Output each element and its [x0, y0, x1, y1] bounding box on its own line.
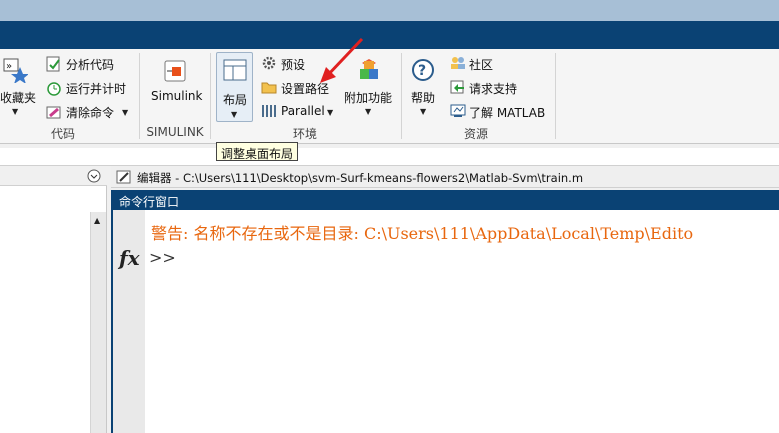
- learn-matlab-link[interactable]: 了解 MATLAB: [469, 104, 545, 121]
- analyze-code-icon[interactable]: [46, 56, 62, 75]
- code-group-label: 代码: [50, 127, 75, 141]
- panel-header: [0, 166, 107, 186]
- panel-menu-icon[interactable]: [87, 169, 101, 186]
- favorites-icon[interactable]: »: [2, 57, 29, 84]
- resources-group-label: 资源: [463, 127, 488, 141]
- ribbon-tab-strip: [0, 21, 779, 49]
- current-folder-panel: ▲: [0, 166, 107, 433]
- toolstrip: » 收藏夹 ▼ 分析代码 运行并计时 清除命令 ▼ 代码 Simulink SI…: [0, 37, 779, 144]
- parallel-icon[interactable]: [261, 104, 277, 121]
- addons-icon[interactable]: [356, 57, 382, 86]
- current-folder-bar: [0, 148, 779, 166]
- scroll-up-arrow[interactable]: ▲: [94, 216, 100, 225]
- community-link[interactable]: 社区: [469, 56, 493, 73]
- run-and-time-button[interactable]: 运行并计时: [66, 80, 126, 97]
- simulink-button[interactable]: Simulink: [151, 89, 202, 103]
- analyze-code-button[interactable]: 分析代码: [66, 56, 114, 73]
- command-prompt[interactable]: >>: [149, 248, 176, 267]
- separator: [210, 53, 211, 139]
- folder-path-icon[interactable]: [261, 80, 277, 97]
- gear-icon[interactable]: [262, 56, 276, 73]
- help-button[interactable]: 帮助: [411, 89, 435, 106]
- help-dropdown[interactable]: ▼: [420, 107, 426, 116]
- scrollbar[interactable]: ▲: [90, 212, 106, 433]
- layout-label: 布局: [223, 93, 248, 107]
- parallel-dropdown[interactable]: ▼: [327, 108, 333, 117]
- layout-tooltip: 调整桌面布局: [216, 142, 299, 161]
- favorites-dropdown[interactable]: ▼: [12, 107, 18, 116]
- command-window[interactable]: 命令行窗口 fx 警告: 名称不存在或不是目录: C:\Users\111\Ap…: [111, 190, 779, 433]
- warning-message: 警告: 名称不存在或不是目录: C:\Users\111\AppData\Loc…: [151, 224, 694, 243]
- separator: [139, 53, 140, 139]
- editor-header[interactable]: 编辑器 - C:\Users\111\Desktop\svm-Surf-kmea…: [111, 166, 779, 188]
- layout-button[interactable]: 布局 ▼: [216, 52, 253, 122]
- editor-title: 编辑器 - C:\Users\111\Desktop\svm-Surf-kmea…: [137, 171, 584, 185]
- clear-commands-dropdown[interactable]: ▼: [122, 108, 128, 117]
- request-support-link[interactable]: 请求支持: [469, 80, 517, 97]
- community-icon[interactable]: [450, 56, 466, 73]
- learn-matlab-icon[interactable]: [450, 104, 466, 121]
- svg-text:?: ?: [418, 63, 426, 79]
- addons-button[interactable]: 附加功能: [344, 89, 392, 106]
- editor-icon: [116, 170, 132, 187]
- parallel-button[interactable]: Parallel: [281, 104, 325, 118]
- simulink-icon[interactable]: [163, 59, 187, 86]
- run-and-time-icon[interactable]: [46, 80, 62, 99]
- help-icon[interactable]: ?: [411, 58, 435, 85]
- command-window-title: 命令行窗口: [113, 190, 779, 210]
- layout-dropdown: ▼: [231, 110, 238, 119]
- clear-commands-button[interactable]: 清除命令: [66, 104, 114, 121]
- environment-group-label: 环境: [292, 127, 317, 141]
- request-support-icon[interactable]: [450, 80, 466, 97]
- fx-icon[interactable]: fx: [119, 246, 140, 270]
- addons-dropdown[interactable]: ▼: [365, 107, 371, 116]
- favorites-label[interactable]: 收藏夹: [0, 89, 36, 106]
- simulink-group-label: SIMULINK: [146, 125, 204, 139]
- svg-text:»: »: [6, 61, 12, 72]
- separator: [401, 53, 402, 139]
- preferences-button[interactable]: 预设: [281, 56, 305, 73]
- layout-icon: [223, 59, 247, 84]
- clear-commands-icon[interactable]: [46, 104, 62, 123]
- separator: [555, 53, 556, 139]
- window-titlebar: [0, 0, 779, 21]
- fx-gutter: fx: [113, 210, 145, 433]
